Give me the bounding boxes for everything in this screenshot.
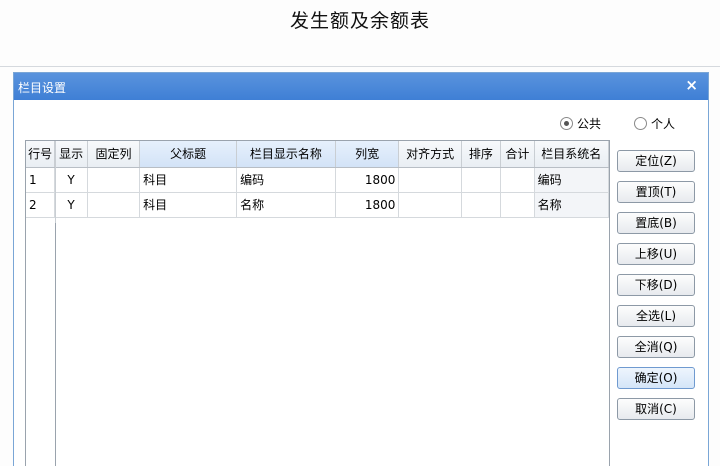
cell-alignment[interactable] bbox=[398, 167, 462, 193]
cell-sort[interactable] bbox=[461, 192, 502, 218]
col-header-row-number[interactable]: 行号 bbox=[26, 141, 56, 168]
col-header-total[interactable]: 合计 bbox=[500, 141, 535, 168]
col-header-system-name[interactable]: 栏目系统名 bbox=[534, 141, 609, 168]
radio-personal-label: 个人 bbox=[651, 116, 676, 131]
radio-public-label: 公共 bbox=[577, 116, 602, 131]
settings-table: 行号 显示 固定列 父标题 栏目显示名称 列宽 对齐方式 排序 合计 栏目系统名… bbox=[26, 141, 609, 218]
cell-parent-title[interactable]: 科目 bbox=[139, 192, 238, 218]
row-header-border bbox=[55, 223, 56, 466]
radio-checked-icon[interactable] bbox=[560, 116, 573, 130]
ok-button[interactable]: 确定(O) bbox=[617, 367, 695, 389]
deselect-all-button[interactable]: 全消(Q) bbox=[617, 336, 695, 358]
cell-sort[interactable] bbox=[461, 167, 502, 193]
table-row[interactable]: 1 Y 科目 编码 1800 编码 bbox=[26, 167, 609, 193]
col-header-parent-title[interactable]: 父标题 bbox=[139, 141, 238, 168]
col-header-fixed[interactable]: 固定列 bbox=[87, 141, 141, 168]
column-settings-dialog: 栏目设置 × 公共 个人 行号 显示 固定列 父标题 栏目显示名称 列宽 对齐方… bbox=[13, 72, 709, 466]
close-icon[interactable]: × bbox=[685, 76, 698, 94]
select-all-button[interactable]: 全选(L) bbox=[617, 305, 695, 327]
dialog-titlebar[interactable]: 栏目设置 × bbox=[14, 73, 708, 100]
table-header-row: 行号 显示 固定列 父标题 栏目显示名称 列宽 对齐方式 排序 合计 栏目系统名 bbox=[26, 141, 609, 168]
col-header-alignment[interactable]: 对齐方式 bbox=[398, 141, 462, 168]
locate-button[interactable]: 定位(Z) bbox=[617, 150, 695, 172]
column-settings-grid[interactable]: 行号 显示 固定列 父标题 栏目显示名称 列宽 对齐方式 排序 合计 栏目系统名… bbox=[25, 140, 610, 466]
col-header-width[interactable]: 列宽 bbox=[335, 141, 400, 168]
move-up-button[interactable]: 上移(U) bbox=[617, 243, 695, 265]
cell-row-number: 2 bbox=[26, 192, 56, 218]
col-header-display[interactable]: 显示 bbox=[54, 141, 88, 168]
report-title: 发生额及余额表 bbox=[289, 10, 430, 32]
divider bbox=[0, 66, 720, 67]
cell-display-name[interactable]: 名称 bbox=[236, 192, 336, 218]
cell-system-name: 名称 bbox=[534, 192, 609, 218]
cell-row-number: 1 bbox=[26, 167, 56, 193]
dialog-title: 栏目设置 bbox=[18, 81, 67, 95]
cell-fixed[interactable] bbox=[87, 192, 141, 218]
cell-display[interactable]: Y bbox=[54, 192, 88, 218]
cell-display[interactable]: Y bbox=[54, 167, 88, 193]
cell-total[interactable] bbox=[500, 167, 535, 193]
cell-width[interactable]: 1800 bbox=[335, 167, 400, 193]
cell-parent-title[interactable]: 科目 bbox=[139, 167, 238, 193]
cell-alignment[interactable] bbox=[398, 192, 462, 218]
cell-width[interactable]: 1800 bbox=[335, 192, 400, 218]
cell-display-name[interactable]: 编码 bbox=[236, 167, 336, 193]
col-header-display-name[interactable]: 栏目显示名称 bbox=[236, 141, 336, 168]
move-bottom-button[interactable]: 置底(B) bbox=[617, 212, 695, 234]
cell-fixed[interactable] bbox=[87, 167, 141, 193]
cell-system-name: 编码 bbox=[534, 167, 609, 193]
radio-unchecked-icon[interactable] bbox=[634, 116, 647, 130]
cell-total[interactable] bbox=[500, 192, 535, 218]
radio-personal[interactable]: 个人 bbox=[634, 115, 675, 131]
move-down-button[interactable]: 下移(D) bbox=[617, 274, 695, 296]
col-header-sort[interactable]: 排序 bbox=[461, 141, 502, 168]
table-row[interactable]: 2 Y 科目 名称 1800 名称 bbox=[26, 192, 609, 218]
action-button-panel: 定位(Z) 置顶(T) 置底(B) 上移(U) 下移(D) 全选(L) 全消(Q… bbox=[610, 140, 710, 466]
radio-public[interactable]: 公共 bbox=[560, 115, 601, 131]
cancel-button[interactable]: 取消(C) bbox=[617, 398, 695, 420]
move-top-button[interactable]: 置顶(T) bbox=[617, 181, 695, 203]
